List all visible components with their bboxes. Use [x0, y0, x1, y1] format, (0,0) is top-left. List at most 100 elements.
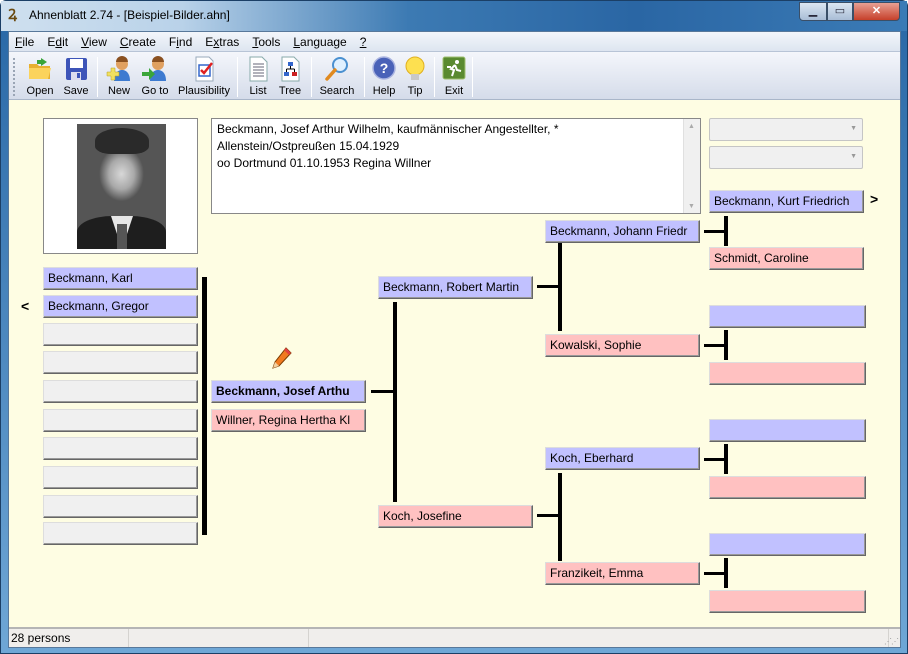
connector-line — [704, 344, 726, 347]
child-box-empty[interactable] — [43, 351, 198, 374]
toolbar-separator — [311, 57, 312, 97]
great-grandparent-box-empty[interactable] — [709, 533, 866, 556]
navigate-forward-button[interactable]: > — [870, 191, 878, 207]
folder-open-icon — [29, 58, 51, 79]
open-button[interactable]: Open — [23, 54, 57, 98]
new-person-icon — [106, 56, 130, 81]
tree-button[interactable]: Tree — [275, 54, 305, 98]
maximize-button[interactable]: ▭ — [827, 2, 853, 21]
maternal-grandmother-box[interactable]: Franzikeit, Emma — [545, 562, 700, 585]
menu-tools[interactable]: Tools — [252, 35, 280, 49]
status-cell-2 — [129, 629, 309, 647]
resize-grip-icon[interactable]: ⋰⋰ — [884, 637, 899, 646]
scroll-down-icon[interactable]: ▼ — [688, 203, 695, 210]
new-person-button[interactable]: New — [104, 54, 134, 98]
menu-language[interactable]: Language — [293, 35, 346, 49]
toolbar-separator — [434, 57, 435, 97]
great-grandparent-box-empty[interactable] — [709, 590, 866, 613]
great-grandparent-box-empty[interactable] — [709, 305, 866, 328]
child-box-empty[interactable] — [43, 522, 198, 545]
child-box-empty[interactable] — [43, 437, 198, 460]
close-button[interactable]: ✕ — [853, 2, 900, 21]
client-area: File Edit View Create Find Extras Tools … — [8, 31, 901, 648]
title-bar: Ꝝ Ahnenblatt 2.74 - [Beispiel-Bilder.ahn… — [1, 1, 907, 31]
connector-line — [704, 458, 726, 461]
proband-box[interactable]: Beckmann, Josef Arthu — [211, 380, 366, 403]
menu-edit[interactable]: Edit — [47, 35, 68, 49]
connector-line — [558, 243, 562, 331]
child-box[interactable]: Beckmann, Gregor — [43, 295, 198, 318]
great-grandparent-box-empty[interactable] — [709, 419, 866, 442]
list-document-icon — [249, 56, 268, 82]
menu-help[interactable]: ? — [360, 35, 367, 49]
save-button[interactable]: Save — [61, 54, 91, 98]
connector-line — [724, 558, 728, 588]
svg-text:?: ? — [380, 60, 389, 76]
app-window: Ꝝ Ahnenblatt 2.74 - [Beispiel-Bilder.ahn… — [0, 0, 908, 654]
menu-find[interactable]: Find — [169, 35, 192, 49]
person-photo-frame[interactable] — [43, 118, 198, 254]
child-box-empty[interactable] — [43, 495, 198, 518]
goto-person-button[interactable]: Go to — [139, 54, 171, 98]
great-grandparent-box-empty[interactable] — [709, 362, 866, 385]
connector-line — [537, 285, 559, 288]
toolbar-grip[interactable] — [13, 58, 16, 96]
status-cell-3 — [309, 629, 889, 647]
child-box[interactable]: Beckmann, Karl — [43, 267, 198, 290]
navigate-back-button[interactable]: < — [21, 298, 29, 314]
connector-line — [724, 444, 728, 474]
menu-file[interactable]: File — [15, 35, 34, 49]
great-grandparent-box[interactable]: Schmidt, Caroline — [709, 247, 864, 270]
scroll-up-icon[interactable]: ▲ — [688, 123, 695, 130]
child-box-empty[interactable] — [43, 409, 198, 432]
child-box-empty[interactable] — [43, 323, 198, 346]
person-notes-text: Beckmann, Josef Arthur Wilhelm, kaufmänn… — [217, 122, 559, 170]
spouse-box[interactable]: Willner, Regina Hertha Kl — [211, 409, 366, 432]
person-photo — [77, 124, 166, 249]
toolbar-separator — [472, 57, 473, 97]
children-connector-line — [202, 277, 207, 535]
combo-select-2[interactable]: ▼ — [709, 146, 863, 169]
app-logo-icon: Ꝝ — [8, 7, 18, 23]
connector-line — [371, 390, 395, 393]
mother-box[interactable]: Koch, Josefine — [378, 505, 533, 528]
search-icon — [325, 57, 348, 81]
toolbar-separator — [237, 57, 238, 97]
checklist-icon — [195, 56, 214, 82]
help-button[interactable]: ? Help — [370, 54, 398, 98]
paternal-grandmother-box[interactable]: Kowalski, Sophie — [545, 334, 700, 357]
combo-select-1[interactable]: ▼ — [709, 118, 863, 141]
menu-view[interactable]: View — [81, 35, 107, 49]
paternal-grandfather-box[interactable]: Beckmann, Johann Friedr — [545, 220, 700, 243]
floppy-disk-icon — [66, 58, 87, 80]
lightbulb-icon — [405, 56, 425, 80]
toolbar: Open Save New Go to Plausibility List Tr… — [9, 51, 900, 100]
connector-line — [724, 216, 728, 246]
maternal-grandfather-box[interactable]: Koch, Eberhard — [545, 447, 700, 470]
status-person-count: 28 persons — [9, 629, 129, 647]
connector-line — [704, 230, 726, 233]
father-box[interactable]: Beckmann, Robert Martin — [378, 276, 533, 299]
menu-create[interactable]: Create — [120, 35, 156, 49]
list-button[interactable]: List — [243, 54, 273, 98]
person-notes[interactable]: Beckmann, Josef Arthur Wilhelm, kaufmänn… — [211, 118, 701, 214]
plausibility-button[interactable]: Plausibility — [177, 54, 231, 98]
exit-button[interactable]: Exit — [440, 54, 468, 98]
great-grandparent-box[interactable]: Beckmann, Kurt Friedrich — [709, 190, 864, 213]
child-box-empty[interactable] — [43, 380, 198, 403]
tip-button[interactable]: Tip — [401, 54, 429, 98]
help-icon: ? — [372, 56, 396, 80]
edit-pencil-icon[interactable] — [270, 346, 294, 370]
minimize-button[interactable]: ▁ — [799, 2, 827, 21]
status-bar: 28 persons ⋰⋰ — [9, 627, 900, 647]
notes-scrollbar[interactable]: ▲ ▼ — [683, 119, 700, 213]
toolbar-separator — [364, 57, 365, 97]
connector-line — [558, 473, 562, 561]
connector-line — [724, 330, 728, 360]
menu-extras[interactable]: Extras — [205, 35, 239, 49]
window-title: Ahnenblatt 2.74 - [Beispiel-Bilder.ahn] — [29, 8, 230, 22]
exit-icon — [442, 56, 466, 80]
great-grandparent-box-empty[interactable] — [709, 476, 866, 499]
child-box-empty[interactable] — [43, 466, 198, 489]
search-button[interactable]: Search — [317, 54, 357, 98]
